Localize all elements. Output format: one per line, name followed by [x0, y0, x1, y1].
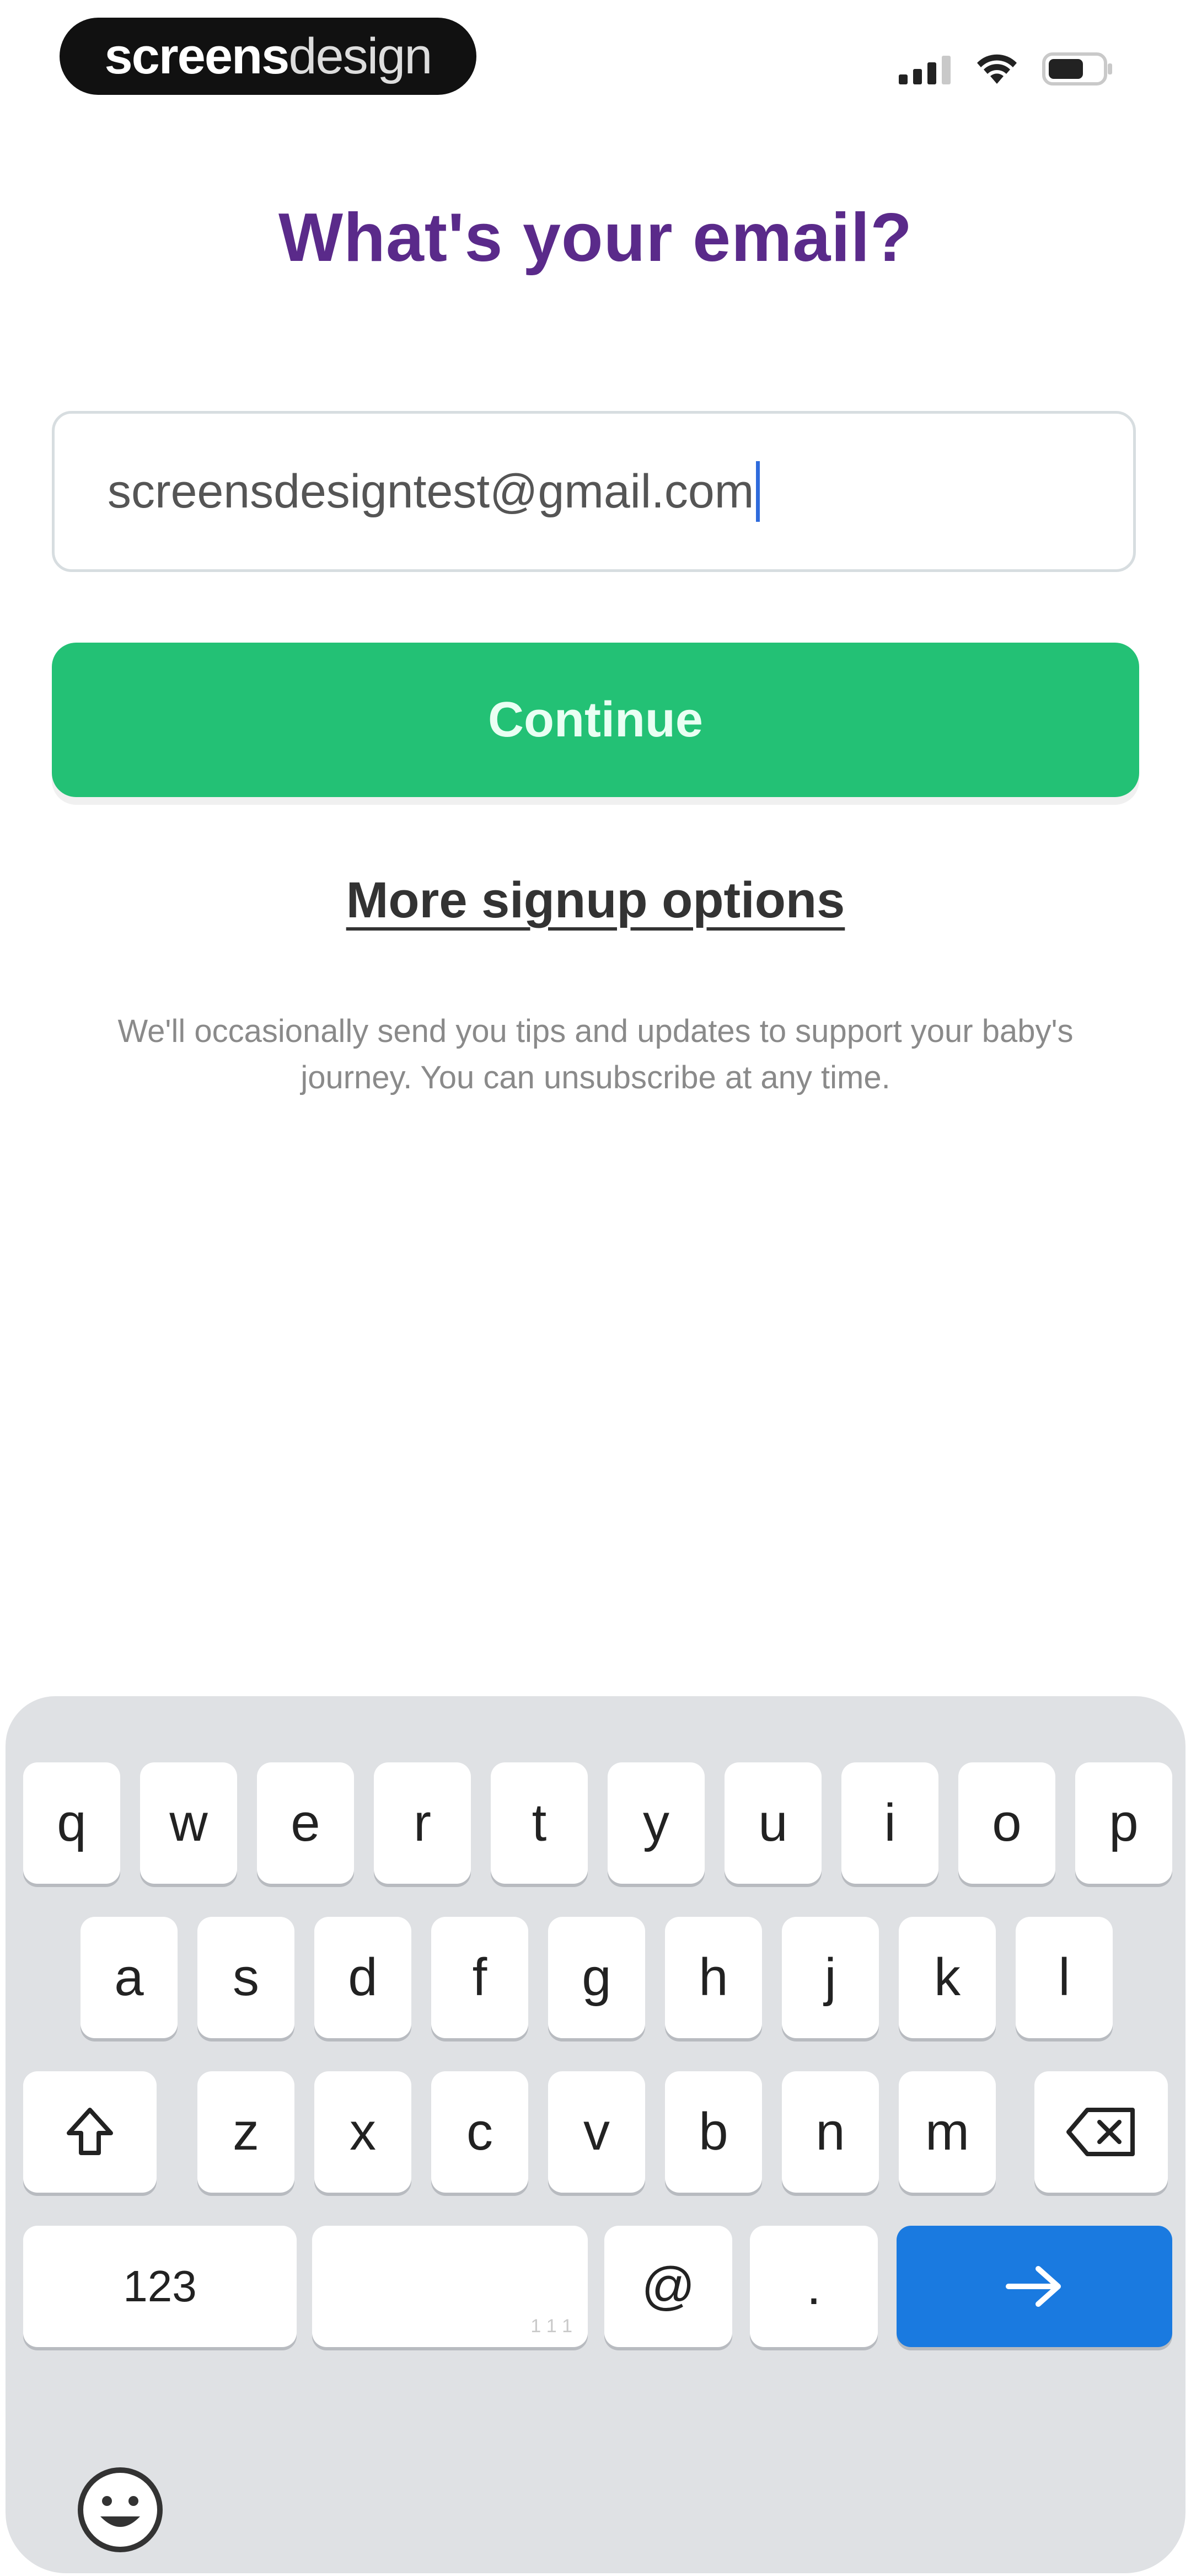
- key-n[interactable]: n: [782, 2071, 879, 2193]
- continue-button[interactable]: Continue: [52, 643, 1139, 797]
- logo-text-light: design: [288, 28, 432, 84]
- key-b[interactable]: b: [665, 2071, 762, 2193]
- at-key[interactable]: @: [604, 2226, 732, 2347]
- arrow-right-icon: [1006, 2266, 1061, 2307]
- key-p[interactable]: p: [1075, 1762, 1172, 1884]
- signup-email-screen: screensdesign What's your email? screens…: [0, 0, 1191, 2576]
- shift-icon: [67, 2108, 113, 2155]
- battery-icon: [1042, 52, 1112, 85]
- key-h[interactable]: h: [665, 1917, 762, 2038]
- key-d[interactable]: d: [314, 1917, 411, 2038]
- key-m[interactable]: m: [899, 2071, 996, 2193]
- key-s[interactable]: s: [197, 1917, 294, 2038]
- space-key[interactable]: 1 1 1: [312, 2226, 588, 2347]
- wifi-icon: [977, 54, 1017, 84]
- key-e[interactable]: e: [257, 1762, 354, 1884]
- delete-key[interactable]: [1034, 2071, 1168, 2193]
- brand-logo: screensdesign: [60, 18, 476, 95]
- key-v[interactable]: v: [548, 2071, 645, 2193]
- key-w[interactable]: w: [140, 1762, 237, 1884]
- key-o[interactable]: o: [958, 1762, 1055, 1884]
- key-j[interactable]: j: [782, 1917, 879, 2038]
- backspace-icon: [1066, 2108, 1135, 2156]
- space-key-hint: 1 1 1: [530, 2316, 572, 2337]
- dot-key[interactable]: .: [750, 2226, 878, 2347]
- more-signup-options-link[interactable]: More signup options: [346, 872, 845, 928]
- key-g[interactable]: g: [548, 1917, 645, 2038]
- page-title: What's your email?: [278, 200, 913, 276]
- key-f[interactable]: f: [431, 1917, 528, 2038]
- key-r[interactable]: r: [374, 1762, 471, 1884]
- text-cursor: [756, 461, 760, 522]
- key-c[interactable]: c: [431, 2071, 528, 2193]
- key-u[interactable]: u: [725, 1762, 822, 1884]
- logo-text-bold: screens: [104, 28, 290, 84]
- key-i[interactable]: i: [841, 1762, 938, 1884]
- status-icons: [899, 50, 1114, 88]
- key-q[interactable]: q: [23, 1762, 120, 1884]
- cellular-signal-icon: [899, 56, 951, 84]
- email-input-value[interactable]: screensdesigntest@gmail.com: [108, 464, 754, 519]
- shift-key[interactable]: [23, 2071, 157, 2193]
- return-key[interactable]: [897, 2226, 1172, 2347]
- key-a[interactable]: a: [81, 1917, 178, 2038]
- emoji-icon: [78, 2467, 163, 2552]
- key-y[interactable]: y: [608, 1762, 705, 1884]
- more-signup-options: More signup options: [0, 872, 1191, 929]
- key-t[interactable]: t: [491, 1762, 588, 1884]
- key-x[interactable]: x: [314, 2071, 411, 2193]
- key-l[interactable]: l: [1016, 1917, 1113, 2038]
- key-z[interactable]: z: [197, 2071, 294, 2193]
- emoji-button[interactable]: [76, 2466, 164, 2554]
- marketing-disclaimer: We'll occasionally send you tips and upd…: [117, 1013, 1074, 1095]
- email-input[interactable]: screensdesigntest@gmail.com: [52, 411, 1136, 572]
- on-screen-keyboard: q w e r t y u i o p a s d f g h j k l z …: [6, 1696, 1185, 2573]
- numbers-key[interactable]: 123: [23, 2226, 297, 2347]
- key-k[interactable]: k: [899, 1917, 996, 2038]
